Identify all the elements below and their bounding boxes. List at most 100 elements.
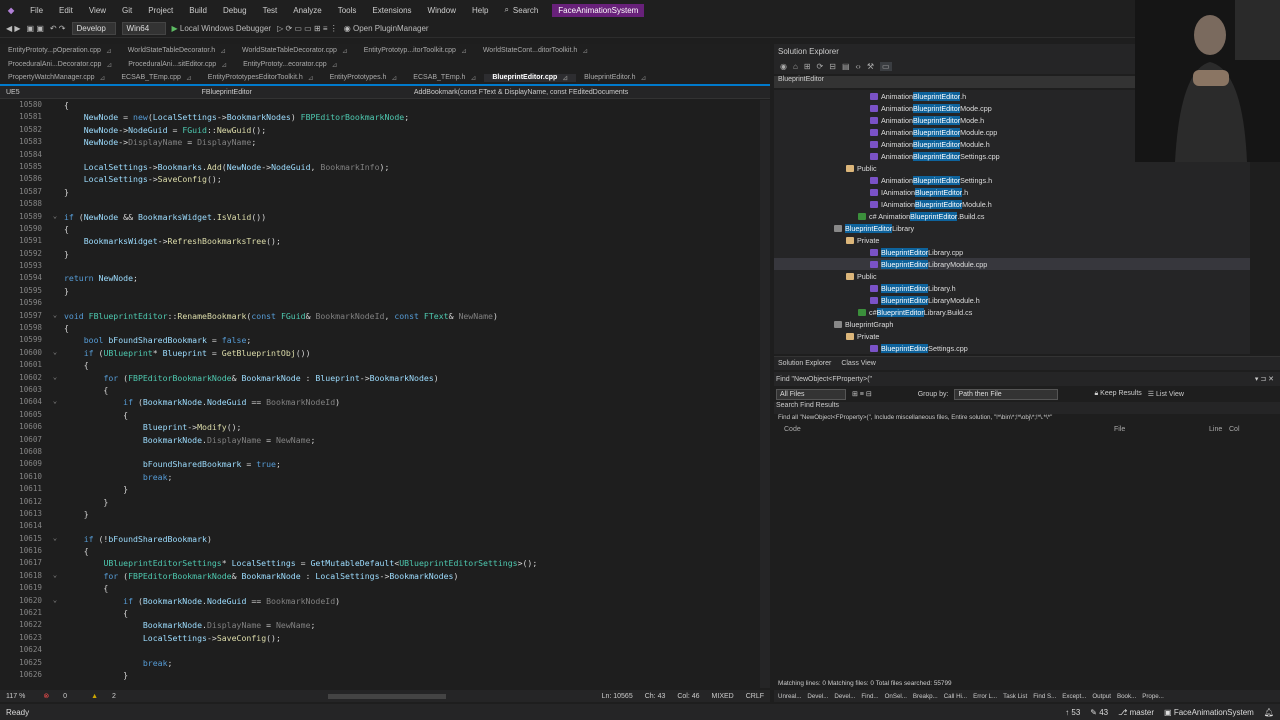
open-plugin-manager-button[interactable]: ◉ Open PluginManager [344, 24, 429, 33]
tree-node[interactable]: IAnimation BlueprintEditor Module.h [774, 198, 1250, 210]
pin-icon[interactable]: ⊿ [100, 74, 106, 82]
back-icon[interactable]: ◉ [780, 62, 787, 71]
fold-toggle-icon[interactable]: ⌄ [46, 348, 64, 360]
menu-item-help[interactable]: Help [464, 6, 496, 15]
pin-icon[interactable]: ⊿ [582, 47, 588, 55]
menu-item-window[interactable]: Window [420, 6, 464, 15]
undo-icon[interactable]: ↶ ↷ [50, 24, 66, 33]
document-tab[interactable]: ECSAB_TEmp.cpp ⊿ [113, 74, 199, 82]
pin-icon[interactable]: ⊿ [186, 74, 192, 82]
search-find-results[interactable]: Search Find Results [774, 402, 1280, 414]
menu-item-git[interactable]: Git [114, 6, 140, 15]
pin-icon[interactable]: ⊿ [308, 74, 314, 82]
menu-item-analyze[interactable]: Analyze [285, 6, 329, 15]
group-by-dropdown[interactable]: Path then File [954, 388, 1059, 400]
bottom-tab[interactable]: Task List [1003, 693, 1027, 700]
tree-node[interactable]: BlueprintEditor LibraryModule.cpp [774, 258, 1250, 270]
properties-icon[interactable]: ⚒ [867, 62, 874, 71]
solution-status[interactable]: ▣ FaceAnimationSystem [1164, 708, 1254, 717]
keep-results-toggle[interactable]: 🔒︎ Keep Results [1094, 390, 1141, 398]
document-tab[interactable]: EntityPrototyp...itorToolkit.cpp ⊿ [356, 47, 475, 55]
up-arrow-status[interactable]: ↑ 53 [1065, 708, 1080, 717]
scope-dropdown[interactable]: All Files [776, 388, 846, 400]
tree-node[interactable]: Public [774, 162, 1250, 174]
bottom-tab[interactable]: Book... [1117, 693, 1136, 700]
menu-item-extensions[interactable]: Extensions [364, 6, 419, 15]
pin-icon[interactable]: ⊿ [106, 47, 112, 55]
preview-icon[interactable]: ▭ [880, 61, 892, 71]
bottom-tab[interactable]: OnSel... [885, 693, 907, 700]
document-tab[interactable]: BlueprintEditor.cpp ⊿ [484, 74, 577, 82]
member-dropdown[interactable]: AddBookmark(const FText & DisplayName, c… [408, 89, 634, 96]
search-box[interactable]: ⌕ Search [504, 5, 538, 15]
fold-toggle-icon[interactable]: ⌄ [46, 311, 64, 323]
column-code[interactable]: Code [784, 426, 1114, 438]
refresh-icon[interactable]: ⟳ [817, 62, 824, 71]
panel-controls-icon[interactable]: ▾ ⊐ ✕ [1255, 375, 1280, 383]
bottom-tab[interactable]: Prope... [1142, 693, 1164, 700]
start-debugger-button[interactable]: ▶ Local Windows Debugger [172, 24, 272, 33]
platform-dropdown[interactable]: Win64 [121, 22, 166, 35]
document-tab[interactable]: EntityPrototypesEditorToolkit.h ⊿ [200, 74, 322, 82]
document-tab[interactable]: ProceduralAni...Decorator.cpp ⊿ [0, 61, 120, 69]
pin-icon[interactable]: ⊿ [342, 47, 348, 55]
menu-item-project[interactable]: Project [140, 6, 181, 15]
document-tab[interactable]: EntityPrototypes.h ⊿ [322, 74, 406, 82]
switch-views-icon[interactable]: ⊞ [804, 62, 811, 71]
document-tab[interactable]: BlueprintEditor.h ⊿ [576, 74, 654, 82]
tree-node[interactable]: BlueprintEditor LibraryModule.h [774, 294, 1250, 306]
tree-node[interactable]: BlueprintEditor Settings.cpp [774, 342, 1250, 354]
menu-item-tools[interactable]: Tools [330, 6, 365, 15]
panel-tab[interactable]: Class View [841, 360, 876, 367]
tree-node[interactable]: c# Animation BlueprintEditor .Build.cs [774, 210, 1250, 222]
menu-item-build[interactable]: Build [181, 6, 215, 15]
bottom-tab[interactable]: Devel... [807, 693, 828, 700]
menu-item-debug[interactable]: Debug [215, 6, 255, 15]
document-tab[interactable]: WorldStateTableDecorator.h ⊿ [120, 47, 234, 55]
bottom-tab[interactable]: Devel... [834, 693, 855, 700]
fold-toggle-icon[interactable]: ⌄ [46, 373, 64, 385]
config-dropdown[interactable]: Develop [71, 22, 116, 35]
fold-toggle-icon[interactable]: ⌄ [46, 571, 64, 583]
menu-item-file[interactable]: File [22, 6, 51, 15]
column-col[interactable]: Col [1229, 426, 1249, 438]
pin-icon[interactable]: ⊿ [106, 61, 112, 69]
column-file[interactable]: File [1114, 426, 1209, 438]
home-icon[interactable]: ⌂ [793, 62, 798, 71]
document-tab[interactable]: EntityPrototy...pOperation.cpp ⊿ [0, 47, 120, 55]
bottom-tab[interactable]: Find... [861, 693, 878, 700]
tree-node[interactable]: BlueprintGraph [774, 318, 1250, 330]
column-line[interactable]: Line [1209, 426, 1229, 438]
pin-icon[interactable]: ⊿ [220, 47, 226, 55]
tree-node[interactable]: c# BlueprintEditor Library.Build.cs [774, 306, 1250, 318]
tree-node[interactable]: IAnimation BlueprintEditor .h [774, 186, 1250, 198]
show-all-icon[interactable]: ▤ [842, 62, 850, 71]
document-tab[interactable]: WorldStateTableDecorator.cpp ⊿ [234, 47, 356, 55]
fold-toggle-icon[interactable]: ⌄ [46, 212, 64, 224]
pin-icon[interactable]: ⊿ [562, 74, 568, 82]
fold-toggle-icon[interactable]: ⌄ [46, 596, 64, 608]
menu-item-view[interactable]: View [81, 6, 114, 15]
line-endings[interactable]: CRLF [740, 693, 770, 700]
pin-icon[interactable]: ⊿ [461, 47, 467, 55]
list-view-toggle[interactable]: ☰ List View [1148, 390, 1184, 398]
bottom-tab[interactable]: Unreal... [778, 693, 801, 700]
vs-logo-icon[interactable]: ◆ [0, 6, 22, 15]
pin-icon[interactable]: ⊿ [221, 61, 227, 69]
bottom-tab[interactable]: Find S... [1033, 693, 1056, 700]
document-tab[interactable]: ECSAB_TEmp.h ⊿ [405, 74, 484, 82]
pin-icon[interactable]: ⊿ [470, 74, 476, 82]
editor-scrollbar[interactable] [760, 100, 770, 688]
pin-icon[interactable]: ⊿ [641, 74, 647, 82]
notifications-icon[interactable]: 🔔︎ [1264, 708, 1274, 717]
find-action-icons[interactable]: ⊞ ≡ ⊟ [852, 390, 872, 398]
branch-status[interactable]: ⎇ master [1118, 708, 1154, 717]
tree-node[interactable]: BlueprintEditor Library.cpp [774, 246, 1250, 258]
menu-item-edit[interactable]: Edit [51, 6, 81, 15]
bottom-tab[interactable]: Except... [1062, 693, 1086, 700]
pin-icon[interactable]: ⊿ [391, 74, 397, 82]
collapse-icon[interactable]: ⊟ [829, 62, 836, 71]
tree-node[interactable]: Animation BlueprintEditor Settings.h [774, 174, 1250, 186]
document-tab[interactable]: WorldStateCont...ditorToolkit.h ⊿ [475, 47, 596, 55]
tree-node[interactable]: BlueprintEditor Library [774, 222, 1250, 234]
